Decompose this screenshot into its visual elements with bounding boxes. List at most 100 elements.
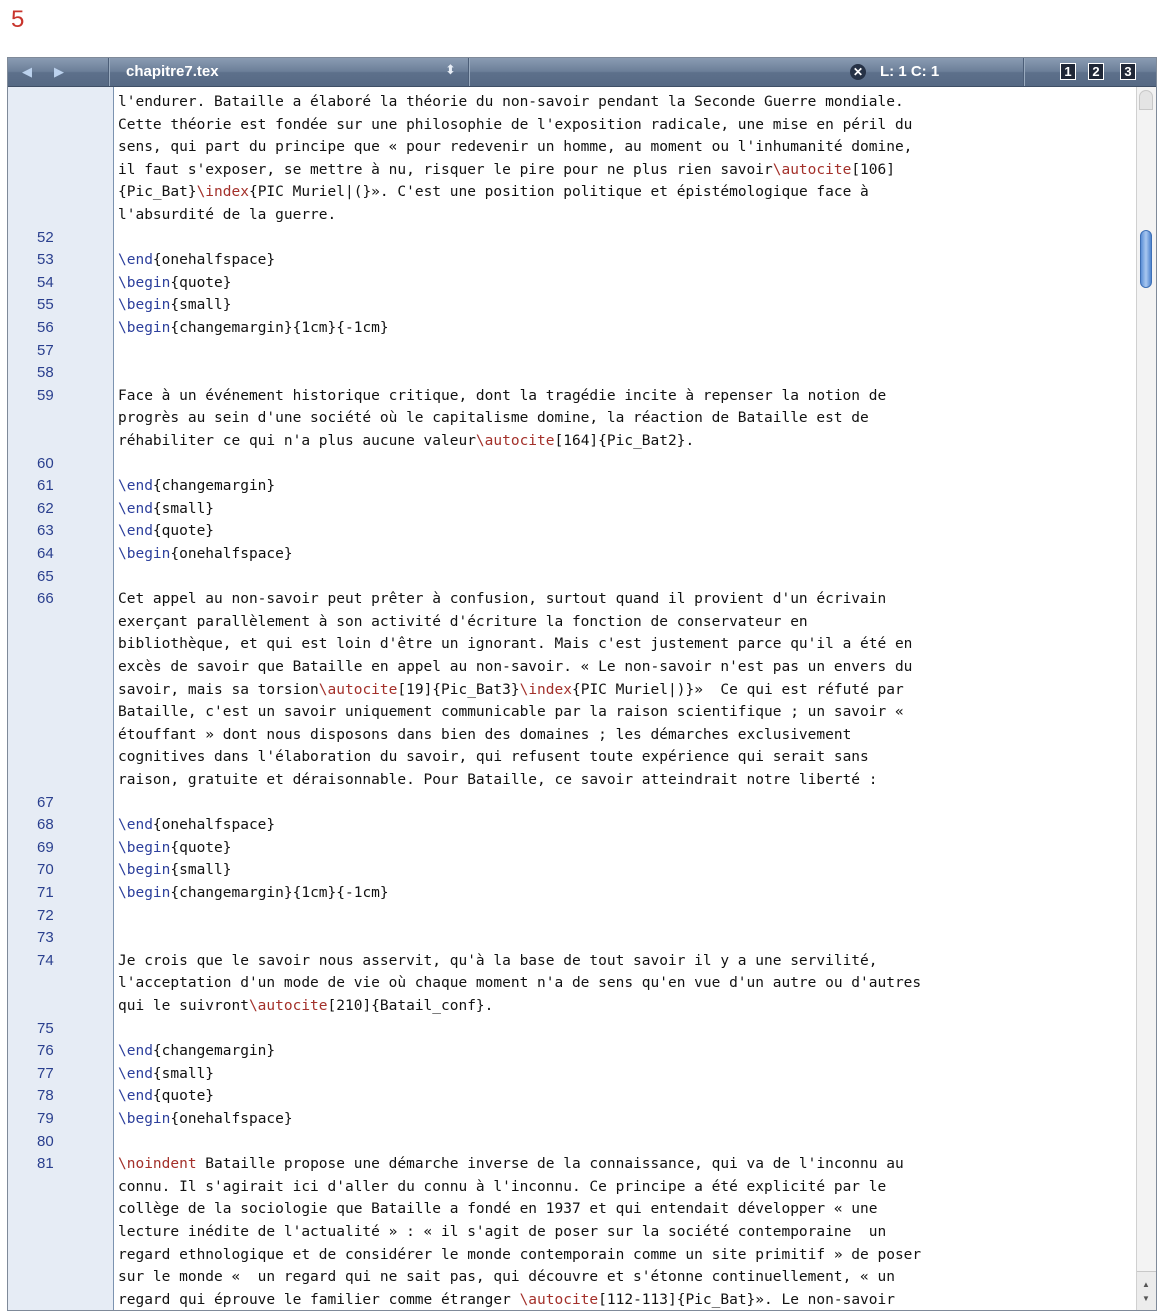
source-line: \begin{quote} <box>118 272 232 295</box>
vertical-scrollbar[interactable]: ▲ ▼ <box>1136 87 1156 1310</box>
source-line: \begin{small} <box>118 294 232 317</box>
file-name-menu[interactable]: chapitre7.tex <box>126 63 219 80</box>
toolbar-divider <box>468 58 469 86</box>
latex-command-token: \begin <box>118 546 171 562</box>
source-line: \begin{onehalfspace} <box>118 543 293 566</box>
text-token: progrès au sein d'une société où le capi… <box>118 410 869 427</box>
text-token: [112-113]{Pic_Bat}». Le non-savoir <box>598 1291 895 1308</box>
source-line: étouffant » dont nous disposons dans bie… <box>118 724 851 747</box>
source-line: raison, gratuite et déraisonnable. Pour … <box>118 769 878 792</box>
figure-number: 5 <box>11 6 25 33</box>
text-token: Bataille propose une démarche inverse de… <box>196 1156 904 1173</box>
text-token: {PIC Muriel|(}». C'est une position poli… <box>248 184 869 201</box>
line-number: 52 <box>37 228 54 246</box>
latex-command-token: \end <box>118 252 153 269</box>
source-line: savoir, mais sa torsion\autocite[19]{Pic… <box>118 679 904 702</box>
text-token: regard ethnologique et de considérer le … <box>118 1246 922 1263</box>
back-arrow-icon[interactable]: ◀ <box>22 64 32 80</box>
forward-arrow-icon[interactable]: ▶ <box>54 64 64 80</box>
source-line: {Pic_Bat}\index{PIC Muriel|(}». C'est un… <box>118 181 869 204</box>
source-line: qui le suivront\autocite[210]{Batail_con… <box>118 995 493 1018</box>
line-number: 64 <box>37 545 54 562</box>
latex-command-token: \autocite <box>772 161 852 178</box>
text-token: {changemargin}{1cm}{-1cm} <box>170 885 389 901</box>
line-number: 81 <box>37 1155 54 1173</box>
source-line: l'endurer. Bataille a élaboré la théorie… <box>118 91 904 114</box>
source-line: Bataille, c'est un savoir uniquement com… <box>118 701 904 724</box>
scrollbar-thumb[interactable] <box>1140 230 1152 288</box>
latex-command-token: \end <box>118 478 153 495</box>
line-number: 67 <box>37 793 54 811</box>
source-line: regard ethnologique et de considérer le … <box>118 1244 921 1267</box>
split-2-button[interactable]: 2 <box>1088 63 1104 80</box>
text-token: {quote} <box>152 1088 215 1105</box>
editor-window: ◀ ▶ chapitre7.tex ⬍ ✕ L: 1 C: 1 1 2 3 52… <box>7 57 1157 1311</box>
split-3-button[interactable]: 3 <box>1120 63 1136 80</box>
line-number: 73 <box>37 929 54 947</box>
source-line: sur le monde « un regard qui ne sait pas… <box>118 1266 895 1289</box>
source-line: l'acceptation d'un mode de vie où chaque… <box>118 972 921 995</box>
latex-command-token: \noindent <box>118 1156 197 1173</box>
line-number: 70 <box>37 861 54 879</box>
close-document-icon[interactable]: ✕ <box>850 64 866 80</box>
line-number: 59 <box>37 386 54 404</box>
line-number: 71 <box>37 884 54 901</box>
line-number: 80 <box>37 1132 54 1150</box>
text-token: {changemargin}{1cm}{-1cm} <box>170 320 389 336</box>
source-line: connu. Il s'agirait ici d'aller du connu… <box>118 1176 886 1199</box>
line-number: 62 <box>37 499 54 517</box>
source-line: \end{changemargin} <box>118 475 275 498</box>
text-token: regard qui éprouve le familier comme étr… <box>118 1291 520 1308</box>
text-token: lecture inédite de l'actualité » : « il … <box>118 1224 887 1240</box>
source-line: \end{small} <box>118 1063 214 1086</box>
line-number: 79 <box>37 1110 54 1127</box>
line-number: 78 <box>37 1087 54 1105</box>
source-line: réhabiliter ce qui n'a plus aucune valeu… <box>118 430 694 453</box>
text-token: [164]{Pic_Bat2}. <box>554 433 695 449</box>
text-token: Cet appel au non-savoir peut prêter à co… <box>118 591 887 608</box>
text-token: Cette théorie est fondée sur une philoso… <box>118 116 913 133</box>
text-token: {Pic_Bat} <box>118 184 197 201</box>
scroll-up-arrow-icon[interactable]: ▲ <box>1142 1280 1150 1289</box>
text-token: l'endurer. Bataille a élaboré la théorie… <box>118 94 904 110</box>
source-line: \begin{changemargin}{1cm}{-1cm} <box>118 882 389 905</box>
line-number: 53 <box>37 251 54 269</box>
file-menu-chevron-icon[interactable]: ⬍ <box>445 62 456 78</box>
line-number: 69 <box>37 838 54 856</box>
text-token: {changemargin} <box>152 478 276 495</box>
text-token: {PIC Muriel|)}» Ce qui est réfuté par <box>571 681 904 698</box>
line-number: 75 <box>37 1019 54 1037</box>
source-line: collège de la sociologie que Bataille a … <box>118 1198 878 1221</box>
line-number: 72 <box>37 906 54 924</box>
scrollbar-track-cap <box>1139 90 1153 110</box>
source-line: \begin{small} <box>118 859 232 882</box>
line-number: 65 <box>37 567 54 585</box>
source-line: Cet appel au non-savoir peut prêter à co… <box>118 588 886 611</box>
text-token: {quote} <box>152 523 215 540</box>
text-token: collège de la sociologie que Bataille a … <box>118 1201 878 1218</box>
latex-command-token: \autocite <box>318 681 398 698</box>
source-line: \end{onehalfspace} <box>118 249 275 272</box>
source-line: regard qui éprouve le familier comme étr… <box>118 1289 895 1310</box>
line-number: 77 <box>37 1064 54 1082</box>
line-number: 68 <box>37 816 54 834</box>
latex-command-token: \end <box>118 1043 153 1060</box>
line-number: 54 <box>37 273 54 291</box>
source-line: \end{quote} <box>118 520 214 543</box>
text-token: étouffant » dont nous disposons dans bie… <box>118 726 852 743</box>
source-line: \end{onehalfspace} <box>118 814 275 837</box>
text-token: [106] <box>851 161 895 178</box>
source-line: \end{changemargin} <box>118 1040 275 1063</box>
split-1-button[interactable]: 1 <box>1060 63 1076 80</box>
text-token: Bataille, c'est un savoir uniquement com… <box>118 704 904 721</box>
latex-command-token: \begin <box>118 274 171 291</box>
cursor-position: L: 1 C: 1 <box>880 63 940 80</box>
scroll-down-arrow-icon[interactable]: ▼ <box>1142 1294 1150 1303</box>
text-token: exerçant parallèlement à son activité d'… <box>118 613 808 630</box>
navigation-arrows: ◀ ▶ <box>18 63 88 81</box>
text-token: {small} <box>152 1065 215 1082</box>
scroll-arrow-buttons: ▲ ▼ <box>1137 1271 1156 1310</box>
latex-command-token: \begin <box>118 320 171 336</box>
line-number: 76 <box>37 1042 54 1060</box>
source-text-area[interactable]: l'endurer. Bataille a élaboré la théorie… <box>114 87 1136 1310</box>
